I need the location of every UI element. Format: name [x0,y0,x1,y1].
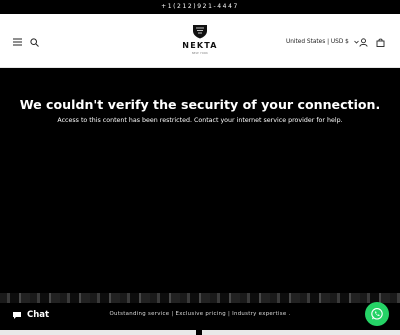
search-button[interactable] [27,35,41,49]
user-icon [358,37,368,47]
menu-icon [12,38,22,46]
menu-button[interactable] [10,35,24,49]
announcement-phone[interactable]: +1(212)921-4447 [161,3,239,10]
shield-logo-icon [193,25,207,39]
whatsapp-button[interactable] [365,302,389,326]
cart-icon [376,38,384,47]
page-message: Access to this content has been restrict… [57,117,343,124]
locale-label: United States | USD $ [286,39,349,45]
whatsapp-icon [371,308,383,320]
account-button[interactable] [356,35,370,49]
search-icon [29,37,39,47]
bottom-card-left [0,330,196,335]
country-currency-selector[interactable]: United States | USD $ [286,36,359,48]
cart-button[interactable] [373,35,387,49]
tagline-text: Outstanding service | Exclusive pricing … [109,311,291,317]
chat-bubble-icon [13,311,21,319]
decorative-image-strip [0,293,400,303]
chat-button[interactable]: Chat [4,304,60,326]
page-title: We couldn't verify the security of your … [19,97,381,112]
bottom-card-right [202,330,400,335]
announcement-bar: +1(212)921-4447 [0,0,400,14]
site-header: NEKTA NEW YORK United States | USD $ [0,14,400,68]
logo-subtitle: NEW YORK [191,52,209,55]
logo-wordmark: NEKTA [182,41,218,50]
chat-label: Chat [27,310,50,320]
site-logo[interactable]: NEKTA NEW YORK [176,24,224,60]
bottom-cards [0,330,400,335]
